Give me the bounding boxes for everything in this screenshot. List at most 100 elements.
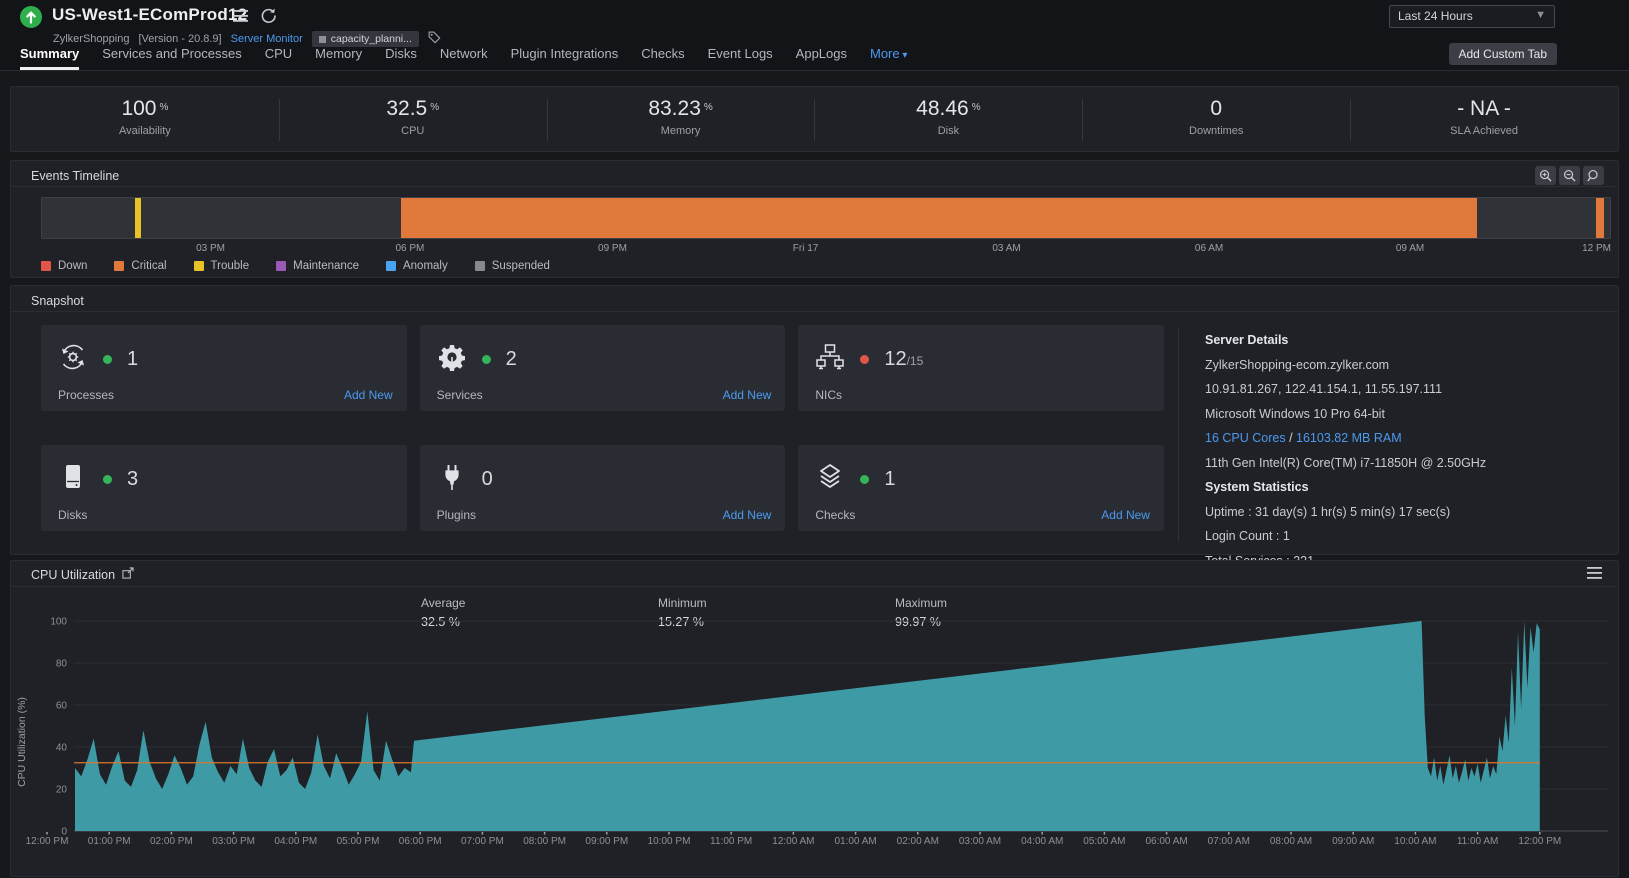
svg-text:03:00 PM: 03:00 PM [212, 836, 255, 847]
timeline-event-critical[interactable] [401, 198, 1477, 238]
time-range-select[interactable]: Last 24 Hours ▼ [1389, 5, 1555, 28]
svg-text:80: 80 [56, 659, 68, 670]
card-label: Plugins [437, 508, 476, 522]
server-details-title: Server Details [1205, 333, 1602, 347]
legend-swatch [41, 261, 51, 271]
add-new-link[interactable]: Add New [723, 388, 772, 402]
card-top: 1 [58, 342, 407, 377]
tab-services-and-processes[interactable]: Services and Processes [102, 46, 241, 70]
timeline-event-trouble[interactable] [135, 198, 141, 238]
hardware-separator: / [1286, 431, 1296, 445]
zoom-out-icon[interactable] [1559, 166, 1580, 185]
cpu-panel-header: CPU Utilization [11, 561, 1618, 587]
status-up-dot [103, 475, 112, 484]
add-new-link[interactable]: Add New [344, 388, 393, 402]
card-top: 2 [437, 342, 786, 377]
external-link-icon[interactable] [122, 562, 134, 588]
timeline-tick: 09 AM [1396, 243, 1424, 254]
card-bottom: ChecksAdd New [815, 508, 1150, 522]
services-icon [437, 342, 467, 377]
svg-text:01:00 AM: 01:00 AM [834, 836, 876, 847]
svg-text:02:00 PM: 02:00 PM [150, 836, 193, 847]
stat-unit: % [704, 102, 713, 113]
stat-unit: % [972, 102, 981, 113]
tag-chip[interactable]: capacity_planni... [312, 31, 419, 47]
processes-icon [58, 342, 88, 377]
card-top: 1 [815, 462, 1164, 497]
tab-summary[interactable]: Summary [20, 46, 79, 70]
tab-label: Checks [641, 46, 684, 61]
refresh-icon[interactable] [260, 7, 277, 29]
tab-more[interactable]: More ▾ [870, 46, 907, 70]
legend-item-suspended: Suspended [475, 260, 550, 272]
svg-text:06:00 AM: 06:00 AM [1145, 836, 1187, 847]
svg-text:100: 100 [50, 617, 67, 628]
tab-label: AppLogs [796, 46, 847, 61]
stat-disk: 48.46%Disk [814, 87, 1082, 151]
tab-memory[interactable]: Memory [315, 46, 362, 70]
card-count: 0 [482, 468, 493, 491]
tab-network[interactable]: Network [440, 46, 488, 70]
snapshot-card-disks[interactable]: 3Disks [41, 445, 407, 531]
tab-label: Network [440, 46, 488, 61]
tab-label: Event Logs [708, 46, 773, 61]
add-new-link[interactable]: Add New [1101, 508, 1150, 522]
system-statistics-title: System Statistics [1205, 480, 1602, 494]
tab-plugin-integrations[interactable]: Plugin Integrations [511, 46, 619, 70]
tab-applogs[interactable]: AppLogs [796, 46, 847, 70]
chart-menu-icon[interactable] [1587, 567, 1602, 585]
tab-disks[interactable]: Disks [385, 46, 417, 70]
svg-text:60: 60 [56, 701, 68, 712]
status-down-dot [860, 355, 869, 364]
server-hardware: 16 CPU Cores / 16103.82 MB RAM [1205, 431, 1602, 445]
add-new-link[interactable]: Add New [723, 508, 772, 522]
cpu-cores-link[interactable]: 16 CPU Cores [1205, 431, 1286, 445]
breadcrumb-monitor-type[interactable]: Server Monitor [231, 33, 303, 45]
plugins-icon [437, 462, 467, 497]
stat-value: 83.23% [547, 97, 815, 121]
snapshot-card-plugins[interactable]: 0 Plugins Add New [420, 445, 786, 531]
stat-value: 48.46% [814, 97, 1082, 121]
legend-label: Suspended [492, 260, 550, 272]
zoom-in-icon[interactable] [1535, 166, 1556, 185]
server-monitor-dashboard: US-West1-EComProd12 ZylkerShopping [Vers… [0, 0, 1629, 878]
server-os: Microsoft Windows 10 Pro 64-bit [1205, 407, 1602, 421]
legend-label: Critical [131, 260, 166, 272]
monitor-list-icon[interactable] [233, 10, 248, 28]
server-processor: 11th Gen Intel(R) Core(TM) i7-11850H @ 2… [1205, 456, 1602, 470]
card-label: NICs [815, 388, 842, 402]
card-bottom: ProcessesAdd New [58, 388, 393, 402]
snapshot-card-services[interactable]: 2 ServicesAdd New [420, 325, 786, 411]
card-top: 0 [437, 462, 786, 497]
ram-link[interactable]: 16103.82 MB RAM [1296, 431, 1402, 445]
server-details: Server Details ZylkerShopping-ecom.zylke… [1178, 327, 1618, 542]
snapshot-card-processes[interactable]: 1 ProcessesAdd New [41, 325, 407, 411]
cpu-utilization-panel: CPU Utilization Average32.5 %Minimum15.2… [10, 560, 1619, 877]
card-count-total: /15 [907, 354, 924, 368]
legend-item-trouble: Trouble [194, 260, 250, 272]
snapshot-card-nics[interactable]: 12/15 NICs [798, 325, 1164, 411]
card-top: 12/15 [815, 342, 1164, 377]
snapshot-card-checks[interactable]: 1 ChecksAdd New [798, 445, 1164, 531]
card-count: 12/15 [884, 348, 923, 371]
tab-checks[interactable]: Checks [641, 46, 684, 70]
timeline-event-critical[interactable] [1596, 198, 1604, 238]
breadcrumb-app[interactable]: ZylkerShopping [53, 33, 129, 45]
time-range-value: Last 24 Hours [1398, 9, 1473, 23]
svg-text:07:00 AM: 07:00 AM [1208, 836, 1250, 847]
svg-text:05:00 AM: 05:00 AM [1083, 836, 1125, 847]
svg-text:12:00 AM: 12:00 AM [772, 836, 814, 847]
svg-text:01:00 PM: 01:00 PM [88, 836, 131, 847]
tab-label: More [870, 46, 900, 61]
tab-event-logs[interactable]: Event Logs [708, 46, 773, 70]
svg-text:08:00 AM: 08:00 AM [1270, 836, 1312, 847]
svg-text:12:00 PM: 12:00 PM [1518, 836, 1561, 847]
legend-swatch [276, 261, 286, 271]
edit-tags-icon[interactable] [428, 31, 441, 47]
tab-cpu[interactable]: CPU [265, 46, 292, 70]
zoom-reset-icon[interactable] [1583, 166, 1604, 185]
legend-swatch [475, 261, 485, 271]
stat-value: 100% [11, 97, 279, 121]
events-timeline-track[interactable] [41, 197, 1611, 239]
card-bottom: ServicesAdd New [437, 388, 772, 402]
